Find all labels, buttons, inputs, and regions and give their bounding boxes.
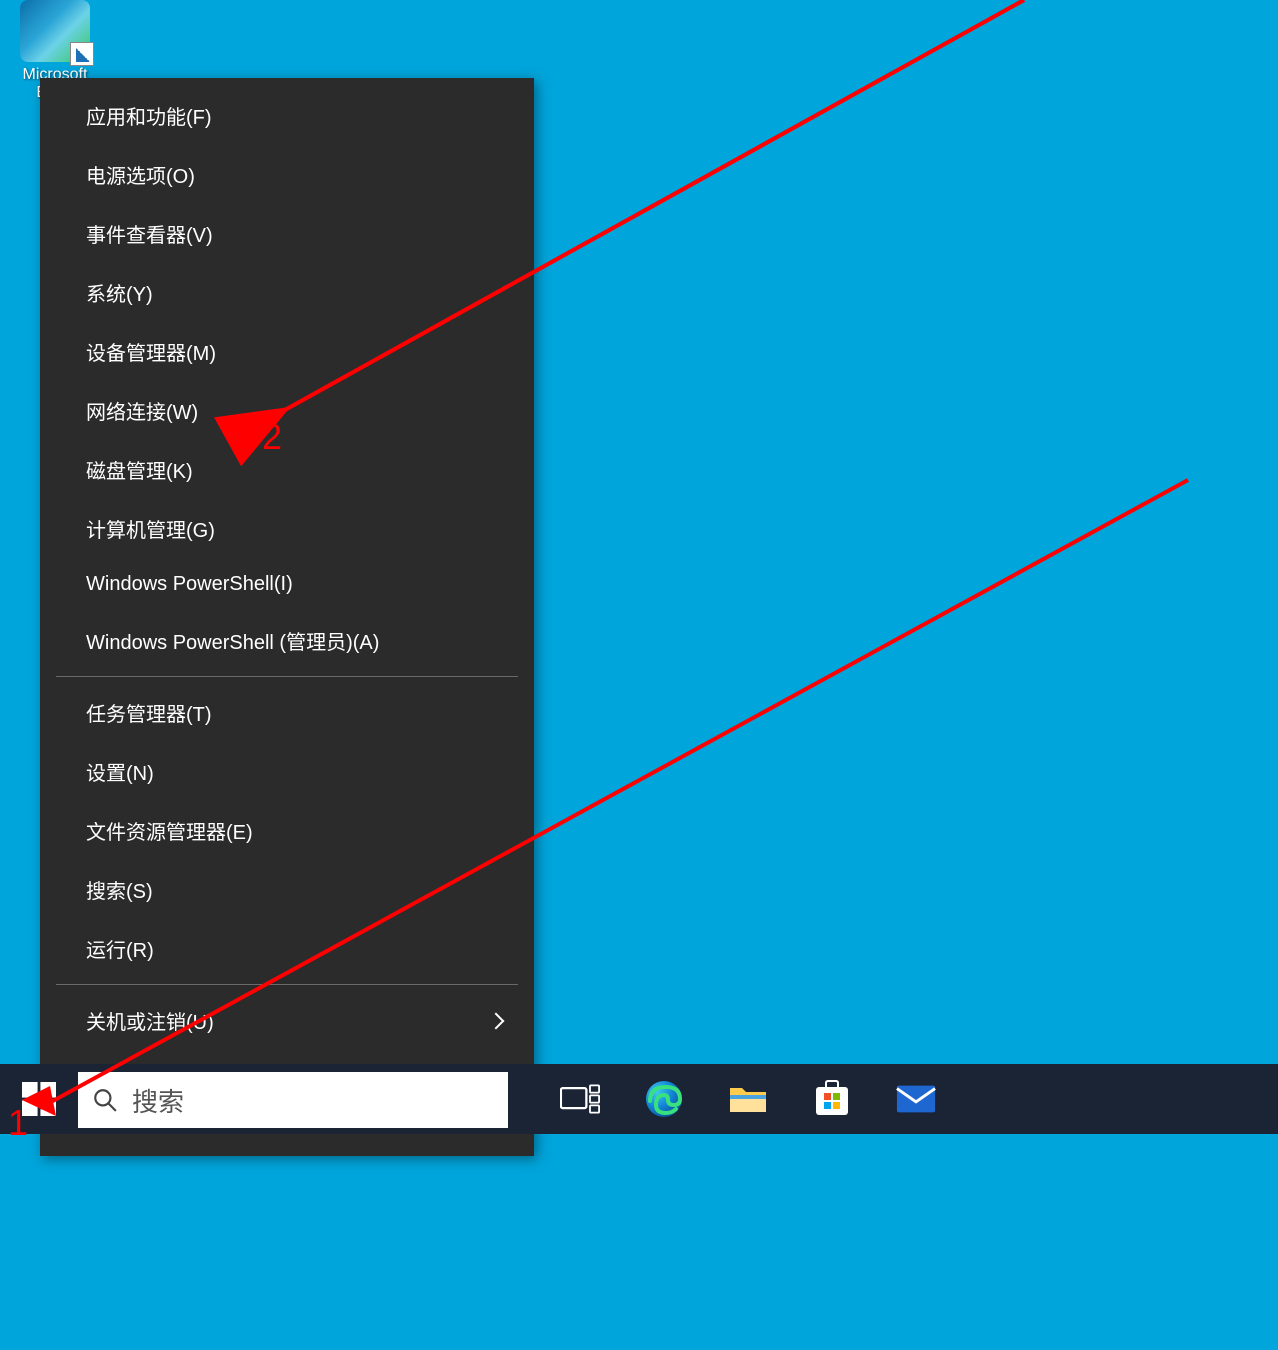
menu-item-label: 电源选项(O) — [86, 160, 195, 189]
edge-icon — [20, 0, 90, 62]
taskbar-ms-store[interactable] — [790, 1064, 874, 1134]
menu-device-manager[interactable]: 设备管理器(M) — [40, 322, 534, 381]
menu-item-label: 系统(Y) — [86, 278, 153, 307]
taskbar-task-view[interactable] — [538, 1064, 622, 1134]
menu-system[interactable]: 系统(Y) — [40, 263, 534, 322]
taskbar-edge[interactable] — [622, 1064, 706, 1134]
menu-item-label: 设备管理器(M) — [86, 337, 216, 366]
menu-search[interactable]: 搜索(S) — [40, 860, 534, 919]
annotation-number-1: 1 — [8, 1102, 28, 1144]
winx-context-menu: 应用和功能(F) 电源选项(O) 事件查看器(V) 系统(Y) 设备管理器(M)… — [40, 78, 534, 1156]
menu-item-label: 文件资源管理器(E) — [86, 816, 253, 845]
menu-computer-management[interactable]: 计算机管理(G) — [40, 499, 534, 558]
taskbar-file-explorer[interactable] — [706, 1064, 790, 1134]
menu-shutdown-signout[interactable]: 关机或注销(U) — [40, 991, 534, 1050]
menu-item-label: 设置(N) — [86, 757, 154, 786]
file-explorer-icon — [728, 1079, 768, 1119]
annotation-number-2: 2 — [262, 416, 282, 458]
menu-item-label: Windows PowerShell (管理员)(A) — [86, 626, 379, 655]
taskbar-mail[interactable] — [874, 1064, 958, 1134]
menu-item-label: 运行(R) — [86, 934, 154, 963]
menu-divider — [56, 676, 518, 677]
mail-icon — [896, 1079, 936, 1119]
menu-item-label: 应用和功能(F) — [86, 101, 212, 130]
search-placeholder: 搜索 — [132, 1082, 184, 1119]
menu-apps-features[interactable]: 应用和功能(F) — [40, 86, 534, 145]
menu-powershell-admin[interactable]: Windows PowerShell (管理员)(A) — [40, 611, 534, 670]
taskbar-search-box[interactable]: 搜索 — [78, 1072, 508, 1128]
menu-item-label: 计算机管理(G) — [86, 514, 215, 543]
menu-power-options[interactable]: 电源选项(O) — [40, 145, 534, 204]
menu-task-manager[interactable]: 任务管理器(T) — [40, 683, 534, 742]
taskbar: 搜索 — [0, 1064, 1278, 1134]
menu-item-label: 网络连接(W) — [86, 396, 198, 425]
menu-event-viewer[interactable]: 事件查看器(V) — [40, 204, 534, 263]
menu-item-label: 搜索(S) — [86, 875, 153, 904]
menu-powershell[interactable]: Windows PowerShell(I) — [40, 558, 534, 611]
menu-item-label: Windows PowerShell(I) — [86, 573, 293, 596]
menu-network-connections[interactable]: 网络连接(W) — [40, 381, 534, 440]
edge-icon — [644, 1079, 684, 1119]
menu-divider — [56, 984, 518, 985]
menu-disk-management[interactable]: 磁盘管理(K) — [40, 440, 534, 499]
menu-item-label: 任务管理器(T) — [86, 698, 212, 727]
chevron-right-icon — [488, 1012, 505, 1029]
search-icon — [92, 1087, 118, 1113]
task-view-icon — [560, 1079, 600, 1119]
menu-file-explorer[interactable]: 文件资源管理器(E) — [40, 801, 534, 860]
ms-store-icon — [812, 1079, 852, 1119]
menu-settings[interactable]: 设置(N) — [40, 742, 534, 801]
menu-item-label: 磁盘管理(K) — [86, 455, 193, 484]
menu-item-label: 事件查看器(V) — [86, 219, 213, 248]
menu-run[interactable]: 运行(R) — [40, 919, 534, 978]
menu-item-label: 关机或注销(U) — [86, 1006, 214, 1035]
